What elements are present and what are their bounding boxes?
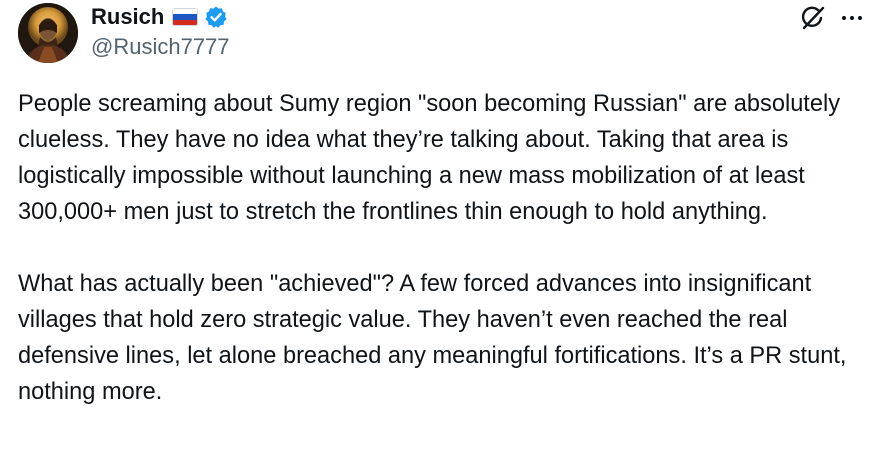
author-name-row: Rusich <box>91 3 228 31</box>
avatar[interactable] <box>18 3 78 63</box>
tweet-text: People screaming about Sumy region "soon… <box>18 86 868 410</box>
avatar-icon <box>18 3 78 63</box>
grok-icon[interactable] <box>799 4 827 32</box>
verified-badge-icon[interactable] <box>204 5 228 29</box>
russia-flag-icon <box>172 8 199 26</box>
tweet-paragraph-1: People screaming about Sumy region "soon… <box>18 91 847 225</box>
tweet-paragraph-2: What has actually been "achieved"? A few… <box>18 271 854 405</box>
more-options-icon[interactable] <box>840 8 864 28</box>
author-display-name[interactable]: Rusich <box>91 3 164 31</box>
author-handle[interactable]: @Rusich7777 <box>91 34 230 60</box>
tweet-card: Rusich @Rusich7777 People screaming abou… <box>0 0 879 454</box>
